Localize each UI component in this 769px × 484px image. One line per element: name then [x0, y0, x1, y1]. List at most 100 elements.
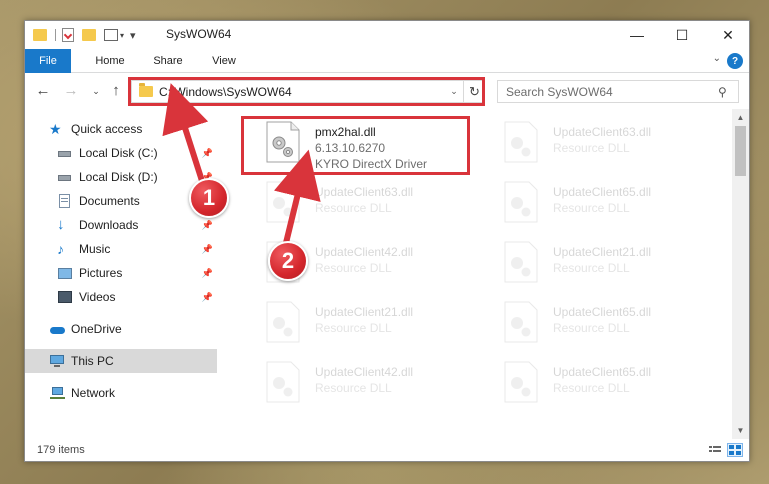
item-count: 179 items — [37, 444, 85, 456]
pin-icon[interactable]: 📌 — [202, 244, 213, 255]
pin-icon[interactable]: 📌 — [202, 220, 213, 231]
dll-file-icon — [504, 361, 538, 403]
scroll-up-icon[interactable]: ▲ — [732, 109, 749, 126]
file-description: Resource DLL — [315, 381, 392, 395]
drive-icon — [57, 170, 73, 184]
sidebar-item-onedrive[interactable]: OneDrive — [25, 317, 217, 341]
sidebar-item-label: Network — [71, 386, 116, 400]
computer-icon — [49, 354, 65, 368]
sidebar-item-network[interactable]: Network — [25, 381, 217, 405]
file-description: Resource DLL — [553, 321, 630, 335]
file-highlight-box — [241, 116, 470, 175]
sidebar-item-pictures[interactable]: Pictures 📌 — [25, 261, 217, 285]
sidebar-item-quick-access[interactable]: ★ Quick access — [25, 117, 217, 141]
file-item[interactable]: UpdateClient42.dll Resource DLL — [243, 355, 473, 411]
file-description: Resource DLL — [315, 201, 392, 215]
file-item[interactable]: UpdateClient21.dll Resource DLL — [243, 295, 473, 351]
address-highlight-box — [128, 77, 485, 106]
file-name: UpdateClient42.dll — [315, 245, 414, 259]
status-bar: 179 items — [25, 439, 749, 461]
file-description: Resource DLL — [553, 201, 630, 215]
maximize-button[interactable]: ☐ — [659, 21, 705, 49]
file-name: UpdateClient65.dll — [553, 185, 652, 199]
sidebar-item-local-disk-c[interactable]: Local Disk (C:) 📌 — [25, 141, 217, 165]
forward-arrow-icon[interactable]: → — [62, 82, 80, 100]
file-description: Resource DLL — [315, 261, 392, 275]
close-button[interactable]: ✕ — [705, 21, 751, 49]
file-description: Resource DLL — [553, 261, 630, 275]
folder-icon[interactable] — [33, 29, 47, 41]
sidebar-item-this-pc[interactable]: This PC — [25, 349, 217, 373]
file-name: UpdateClient65.dll — [553, 365, 652, 379]
dll-file-icon — [266, 301, 300, 343]
sidebar-item-downloads[interactable]: ↓ Downloads 📌 — [25, 213, 217, 237]
sidebar-item-label: Quick access — [71, 122, 143, 136]
search-icon[interactable]: ⚲ — [718, 85, 738, 99]
scroll-down-icon[interactable]: ▼ — [732, 422, 749, 439]
pin-icon[interactable]: 📌 — [202, 268, 213, 279]
details-view-icon[interactable] — [707, 443, 723, 457]
search-input[interactable] — [506, 84, 718, 99]
documents-icon — [57, 194, 73, 208]
sidebar-item-documents[interactable]: Documents 📌 — [25, 189, 217, 213]
cloud-icon — [49, 322, 65, 336]
dll-file-icon — [504, 241, 538, 283]
sidebar-item-videos[interactable]: Videos 📌 — [25, 285, 217, 309]
sidebar-item-label: Local Disk (C:) — [79, 146, 158, 160]
sidebar-item-music[interactable]: ♪ Music 📌 — [25, 237, 217, 261]
file-name: UpdateClient42.dll — [315, 365, 414, 379]
back-arrow-icon[interactable]: ← — [34, 82, 52, 100]
scrollbar-thumb[interactable] — [735, 126, 746, 176]
file-item[interactable]: UpdateClient65.dll Resource DLL — [481, 295, 711, 351]
pictures-icon — [57, 266, 73, 280]
drive-icon — [57, 146, 73, 160]
search-box[interactable]: ⚲ — [497, 80, 739, 103]
tab-view[interactable]: View — [199, 49, 249, 73]
vertical-scrollbar[interactable]: ▲ ▼ — [732, 109, 749, 439]
up-arrow-icon[interactable]: ↑ — [107, 82, 125, 100]
file-name: UpdateClient63.dll — [315, 185, 414, 199]
sidebar-item-label: Music — [79, 242, 111, 256]
dll-file-icon — [266, 361, 300, 403]
sidebar-item-label: Local Disk (D:) — [79, 170, 158, 184]
ribbon-tabs: File Home Share View ⌄ ? — [25, 49, 749, 73]
file-description: Resource DLL — [315, 321, 392, 335]
separator — [55, 29, 56, 41]
customize-toolbar-icon[interactable]: ▾ — [130, 29, 136, 42]
tiles-view-icon[interactable] — [727, 443, 743, 457]
sidebar-item-label: Pictures — [79, 266, 123, 280]
sidebar-item-label: This PC — [71, 354, 114, 368]
pin-icon[interactable]: 📌 — [202, 292, 213, 303]
recent-locations-icon[interactable]: ⌄ — [87, 82, 105, 100]
sidebar-item-local-disk-d[interactable]: Local Disk (D:) 📌 — [25, 165, 217, 189]
new-folder-icon[interactable] — [82, 29, 96, 41]
sidebar-item-label: Videos — [79, 290, 116, 304]
step-badge-2: 2 — [268, 241, 308, 281]
file-name: UpdateClient63.dll — [553, 125, 652, 139]
pin-icon[interactable]: 📌 — [202, 148, 213, 159]
file-item[interactable]: UpdateClient65.dll Resource DLL — [481, 175, 711, 231]
downloads-icon: ↓ — [57, 216, 65, 233]
music-icon: ♪ — [57, 241, 64, 257]
file-item[interactable]: UpdateClient63.dll Resource DLL — [481, 115, 711, 171]
sidebar-item-label: Documents — [79, 194, 140, 208]
tab-home[interactable]: Home — [83, 49, 137, 73]
help-button[interactable]: ? — [727, 53, 743, 69]
sidebar-item-label: OneDrive — [71, 322, 122, 336]
star-icon: ★ — [49, 121, 62, 137]
properties-icon[interactable] — [62, 28, 74, 42]
file-item[interactable]: UpdateClient21.dll Resource DLL — [481, 235, 711, 291]
file-description: Resource DLL — [553, 141, 630, 155]
dll-file-icon — [504, 121, 538, 163]
tab-share[interactable]: Share — [143, 49, 193, 73]
file-item[interactable]: UpdateClient65.dll Resource DLL — [481, 355, 711, 411]
tab-file[interactable]: File — [25, 49, 71, 73]
expand-ribbon-icon[interactable]: ⌄ — [713, 53, 721, 64]
file-item[interactable]: UpdateClient63.dll Resource DLL — [243, 175, 473, 231]
dll-file-icon — [266, 181, 300, 223]
customize-icon[interactable] — [104, 29, 118, 41]
dll-file-icon — [504, 181, 538, 223]
minimize-button[interactable]: — — [614, 21, 660, 49]
chevron-down-icon[interactable]: ▾ — [120, 31, 124, 40]
view-toggle — [707, 443, 743, 457]
